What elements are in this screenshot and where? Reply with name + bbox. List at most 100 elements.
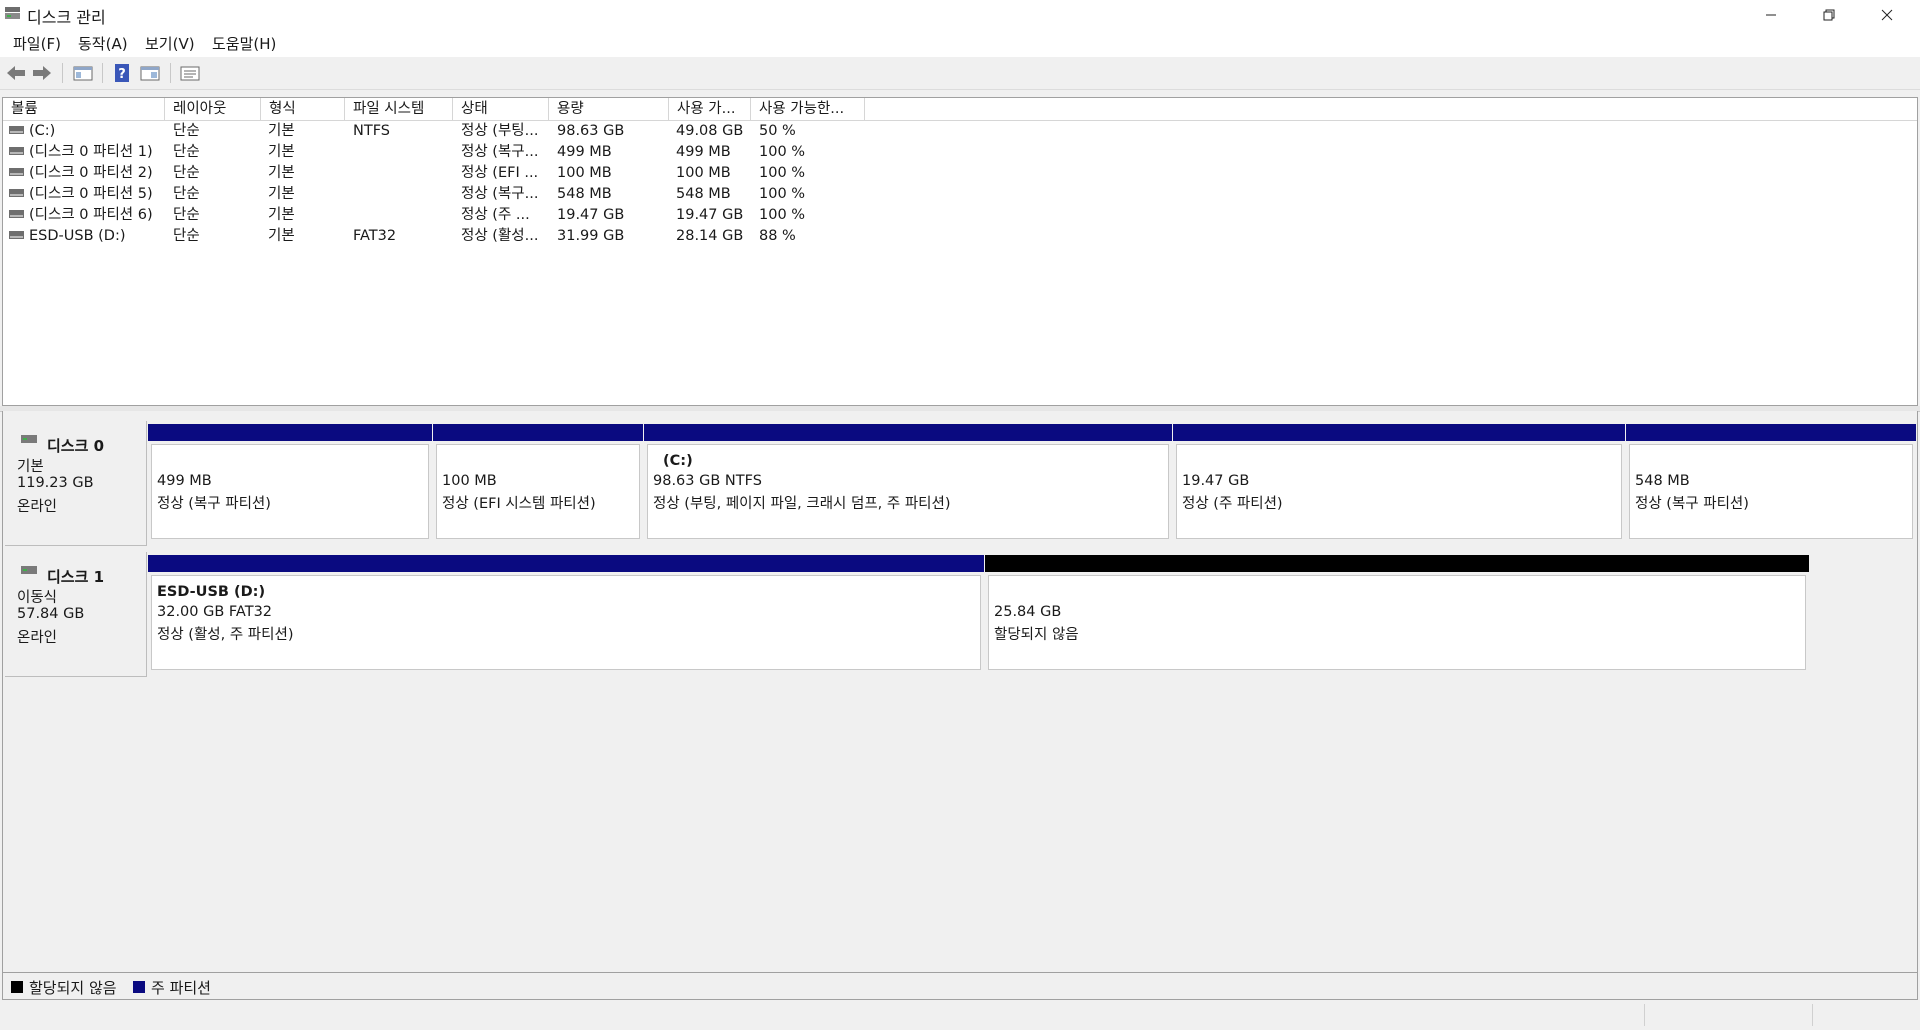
toolbar: ? [0,57,1920,90]
settings-button[interactable] [178,62,202,84]
cell-type: 기본 [268,123,295,139]
menu-bar: 파일(F) 동작(A) 보기(V) 도움말(H) [0,29,1920,57]
back-button[interactable] [4,62,28,84]
partition-status: 정상 (주 파티션) [1182,496,1283,512]
cell-percent-free: 100 % [759,165,806,181]
partition-bar [985,555,1809,572]
legend-unallocated-swatch [11,981,23,993]
table-row[interactable]: (디스크 0 파티션 5) 단순 기본 정상 (복구... 548 MB 548 MB 10… [3,184,903,205]
cell-status: 정상 (주 ... [461,207,530,223]
disk-0-label[interactable]: 디스크 0 기본 119.23 GB 온라인 [5,421,147,546]
table-row[interactable]: (디스크 0 파티션 1) 단순 기본 정상 (복구... 499 MB 499 MB 10… [3,142,903,163]
minimize-button[interactable] [1742,0,1800,29]
partition-size: 548 MB [1635,473,1690,489]
show-hide-console-tree-button[interactable] [71,62,95,84]
partition-disk0-c[interactable]: (C:) 98.63 GB NTFS 정상 (부팅, 페이지 파일, 크래시 덤… [644,424,1172,542]
cell-volume: (디스크 0 파티션 2) [29,165,153,181]
help-button[interactable]: ? [110,62,134,84]
toolbar-separator [170,63,171,83]
forward-button[interactable] [30,62,54,84]
cell-free-space: 100 MB [676,165,731,181]
column-header-volume[interactable]: 볼륨 [3,98,165,120]
cell-free-space: 49.08 GB [676,123,744,139]
cell-status: 정상 (복구... [461,144,539,160]
volume-icon [9,210,24,218]
status-divider [1644,1004,1645,1026]
volume-icon [9,126,24,134]
partition-disk0-5[interactable]: 548 MB 정상 (복구 파티션) [1626,424,1916,542]
restore-icon [1823,9,1835,20]
table-row[interactable]: (디스크 0 파티션 6) 단순 기본 정상 (주 ... 19.47 GB 19.47 … [3,205,903,226]
table-row[interactable]: ESD-USB (D:) 단순 기본 FAT32 정상 (활성... 31.99 GB 28… [3,226,903,247]
column-header-free-space[interactable]: 사용 가... [669,98,751,120]
restore-button[interactable] [1800,0,1858,29]
cell-file-system: FAT32 [353,228,397,244]
partition-bar [148,424,432,441]
partition-body: 25.84 GB 할당되지 않음 [988,575,1806,670]
cell-free-space: 19.47 GB [676,207,744,223]
settings-icon [180,66,200,81]
partition-status: 할당되지 않음 [994,627,1079,643]
cell-layout: 단순 [173,186,200,202]
disk-1-label[interactable]: 디스크 1 이동식 57.84 GB 온라인 [5,552,147,677]
disk-title: 디스크 0 [47,437,105,455]
cell-type: 기본 [268,165,295,181]
disk-icon [21,435,37,443]
help-icon: ? [115,64,129,82]
partition-disk1-d[interactable]: ESD-USB (D:) 32.00 GB FAT32 정상 (활성, 주 파티… [148,555,984,673]
partition-status: 정상 (부팅, 페이지 파일, 크래시 덤프, 주 파티션) [653,496,951,512]
legend-unallocated-label: 할당되지 않음 [29,979,117,997]
disk-map: 디스크 0 기본 119.23 GB 온라인 499 MB 정상 (복구 파티션… [2,411,1918,972]
disk-state: 온라인 [17,499,58,515]
partition-body: ESD-USB (D:) 32.00 GB FAT32 정상 (활성, 주 파티… [151,575,981,670]
cell-layout: 단순 [173,207,200,223]
partition-bar [148,555,984,572]
cell-percent-free: 100 % [759,207,806,223]
partition-disk0-1[interactable]: 499 MB 정상 (복구 파티션) [148,424,432,542]
partition-disk0-2[interactable]: 100 MB 정상 (EFI 시스템 파티션) [433,424,643,542]
disk-kind: 이동식 [17,590,58,606]
partition-size: 19.47 GB [1182,473,1250,489]
menu-action[interactable]: 동작(A) [75,33,131,54]
window-title: 디스크 관리 [27,8,106,27]
cell-file-system [353,163,443,184]
show-hide-console-tree-icon [73,66,93,81]
column-header-status[interactable]: 상태 [453,98,549,120]
cell-file-system [353,142,443,163]
partition-status: 정상 (활성, 주 파티션) [157,627,294,643]
partition-bar [433,424,643,441]
menu-view[interactable]: 보기(V) [142,33,198,54]
table-row[interactable]: (디스크 0 파티션 2) 단순 기본 정상 (EFI ... 100 MB 100 MB… [3,163,903,184]
toolbar-separator [62,63,63,83]
cell-capacity: 499 MB [557,144,612,160]
partition-size: 25.84 GB [994,604,1062,620]
table-row[interactable]: (C:) 단순 기본 NTFS 정상 (부팅... 98.63 GB 49.08 GB 50 … [3,121,903,142]
properties-button[interactable] [138,62,162,84]
legend-primary-swatch [133,981,145,993]
column-header-layout[interactable]: 레이아웃 [165,98,261,120]
disk-size: 119.23 GB [17,475,94,491]
close-button[interactable] [1858,0,1916,29]
minimize-icon [1766,14,1776,15]
menu-file[interactable]: 파일(F) [10,33,64,54]
column-header-capacity[interactable]: 용량 [549,98,669,120]
column-header-file-system[interactable]: 파일 시스템 [345,98,453,120]
cell-percent-free: 100 % [759,186,806,202]
cell-status: 정상 (부팅... [461,123,539,139]
column-header-type[interactable]: 형식 [261,98,345,120]
partition-body: 19.47 GB 정상 (주 파티션) [1176,444,1622,539]
title-bar: 디스크 관리 [0,0,1920,29]
cell-volume: (디스크 0 파티션 6) [29,207,153,223]
toolbar-separator [102,63,103,83]
status-bar [0,1000,1920,1030]
properties-icon [140,66,160,81]
cell-volume: (디스크 0 파티션 1) [29,144,153,160]
column-header-percent-free[interactable]: 사용 가능한... [751,98,865,120]
menu-help[interactable]: 도움말(H) [209,33,279,54]
close-icon [1881,9,1893,20]
partition-status: 정상 (EFI 시스템 파티션) [442,496,596,512]
disk-state: 온라인 [17,630,58,646]
unallocated-space[interactable]: 25.84 GB 할당되지 않음 [985,555,1809,673]
partition-disk0-6[interactable]: 19.47 GB 정상 (주 파티션) [1173,424,1625,542]
cell-status: 정상 (활성... [461,228,539,244]
